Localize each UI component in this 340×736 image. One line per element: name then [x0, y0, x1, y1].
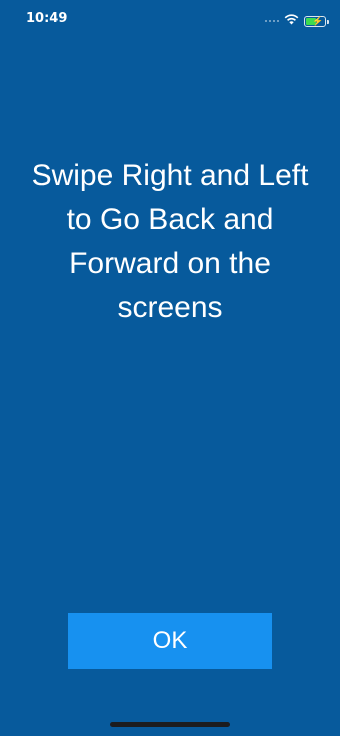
battery-charging-icon: ⚡	[304, 15, 329, 27]
home-indicator[interactable]	[110, 722, 230, 727]
wifi-icon	[284, 12, 299, 30]
ok-button[interactable]: OK	[68, 613, 272, 669]
cellular-signal-icon	[265, 20, 279, 22]
status-time: 10:49	[26, 11, 68, 26]
status-bar: 10:49 ⚡	[0, 0, 340, 40]
instruction-text: Swipe Right and Left to Go Back and Forw…	[31, 159, 309, 324]
status-icons: ⚡	[265, 12, 329, 30]
